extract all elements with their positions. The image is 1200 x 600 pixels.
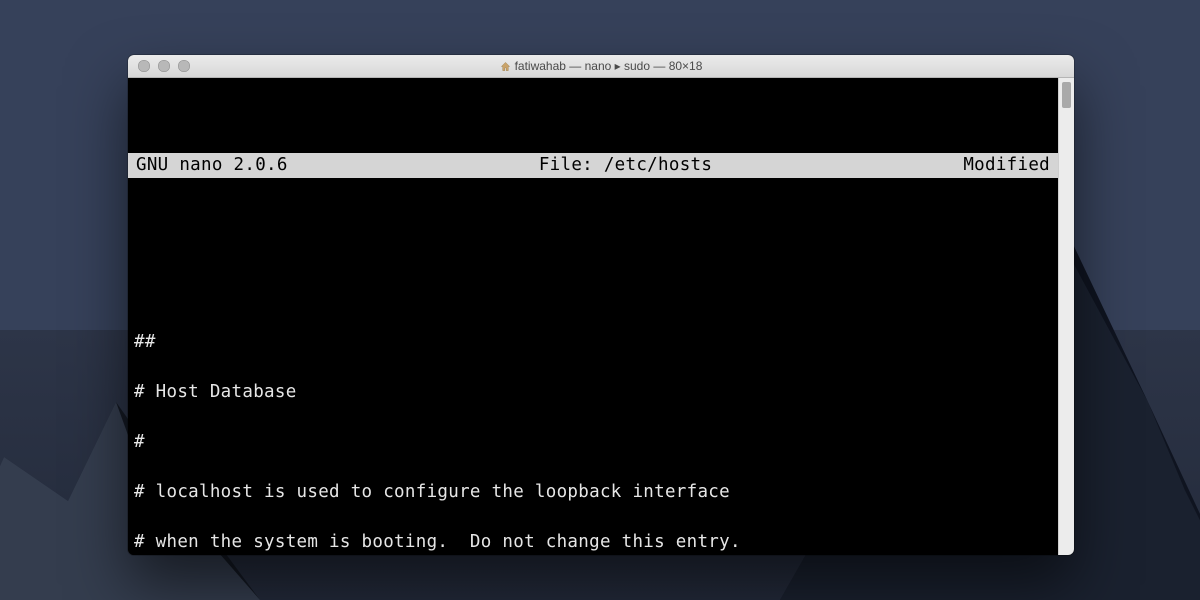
desktop-wallpaper: fatiwahab — nano ▸ sudo — 80×18 GNU nano… (0, 0, 1200, 600)
nano-file-label: File: /etc/hosts (537, 153, 714, 178)
close-icon[interactable] (138, 60, 150, 72)
scrollbar-thumb[interactable] (1062, 82, 1071, 108)
file-line: # when the system is booting. Do not cha… (134, 530, 1052, 555)
window-title-text: fatiwahab — nano ▸ sudo — 80×18 (515, 59, 703, 73)
window-traffic-lights (138, 60, 190, 72)
terminal-window: fatiwahab — nano ▸ sudo — 80×18 GNU nano… (128, 55, 1074, 555)
file-line: # localhost is used to configure the loo… (134, 480, 1052, 505)
nano-modified: Modified (961, 153, 1052, 178)
file-line: # (134, 430, 1052, 455)
file-line: # Host Database (134, 380, 1052, 405)
nano-status-bar: GNU nano 2.0.6 File: /etc/hosts Modified (128, 153, 1058, 178)
maximize-icon[interactable] (178, 60, 190, 72)
nano-buffer[interactable]: ## # Host Database # # localhost is used… (128, 253, 1058, 555)
terminal-viewport[interactable]: GNU nano 2.0.6 File: /etc/hosts Modified… (128, 78, 1058, 555)
window-titlebar[interactable]: fatiwahab — nano ▸ sudo — 80×18 (128, 55, 1074, 78)
vertical-scrollbar[interactable] (1058, 78, 1074, 555)
nano-app-name: GNU nano 2.0.6 (134, 153, 290, 178)
window-title: fatiwahab — nano ▸ sudo — 80×18 (128, 59, 1074, 73)
home-icon (500, 61, 511, 72)
minimize-icon[interactable] (158, 60, 170, 72)
file-line: ## (134, 330, 1052, 355)
